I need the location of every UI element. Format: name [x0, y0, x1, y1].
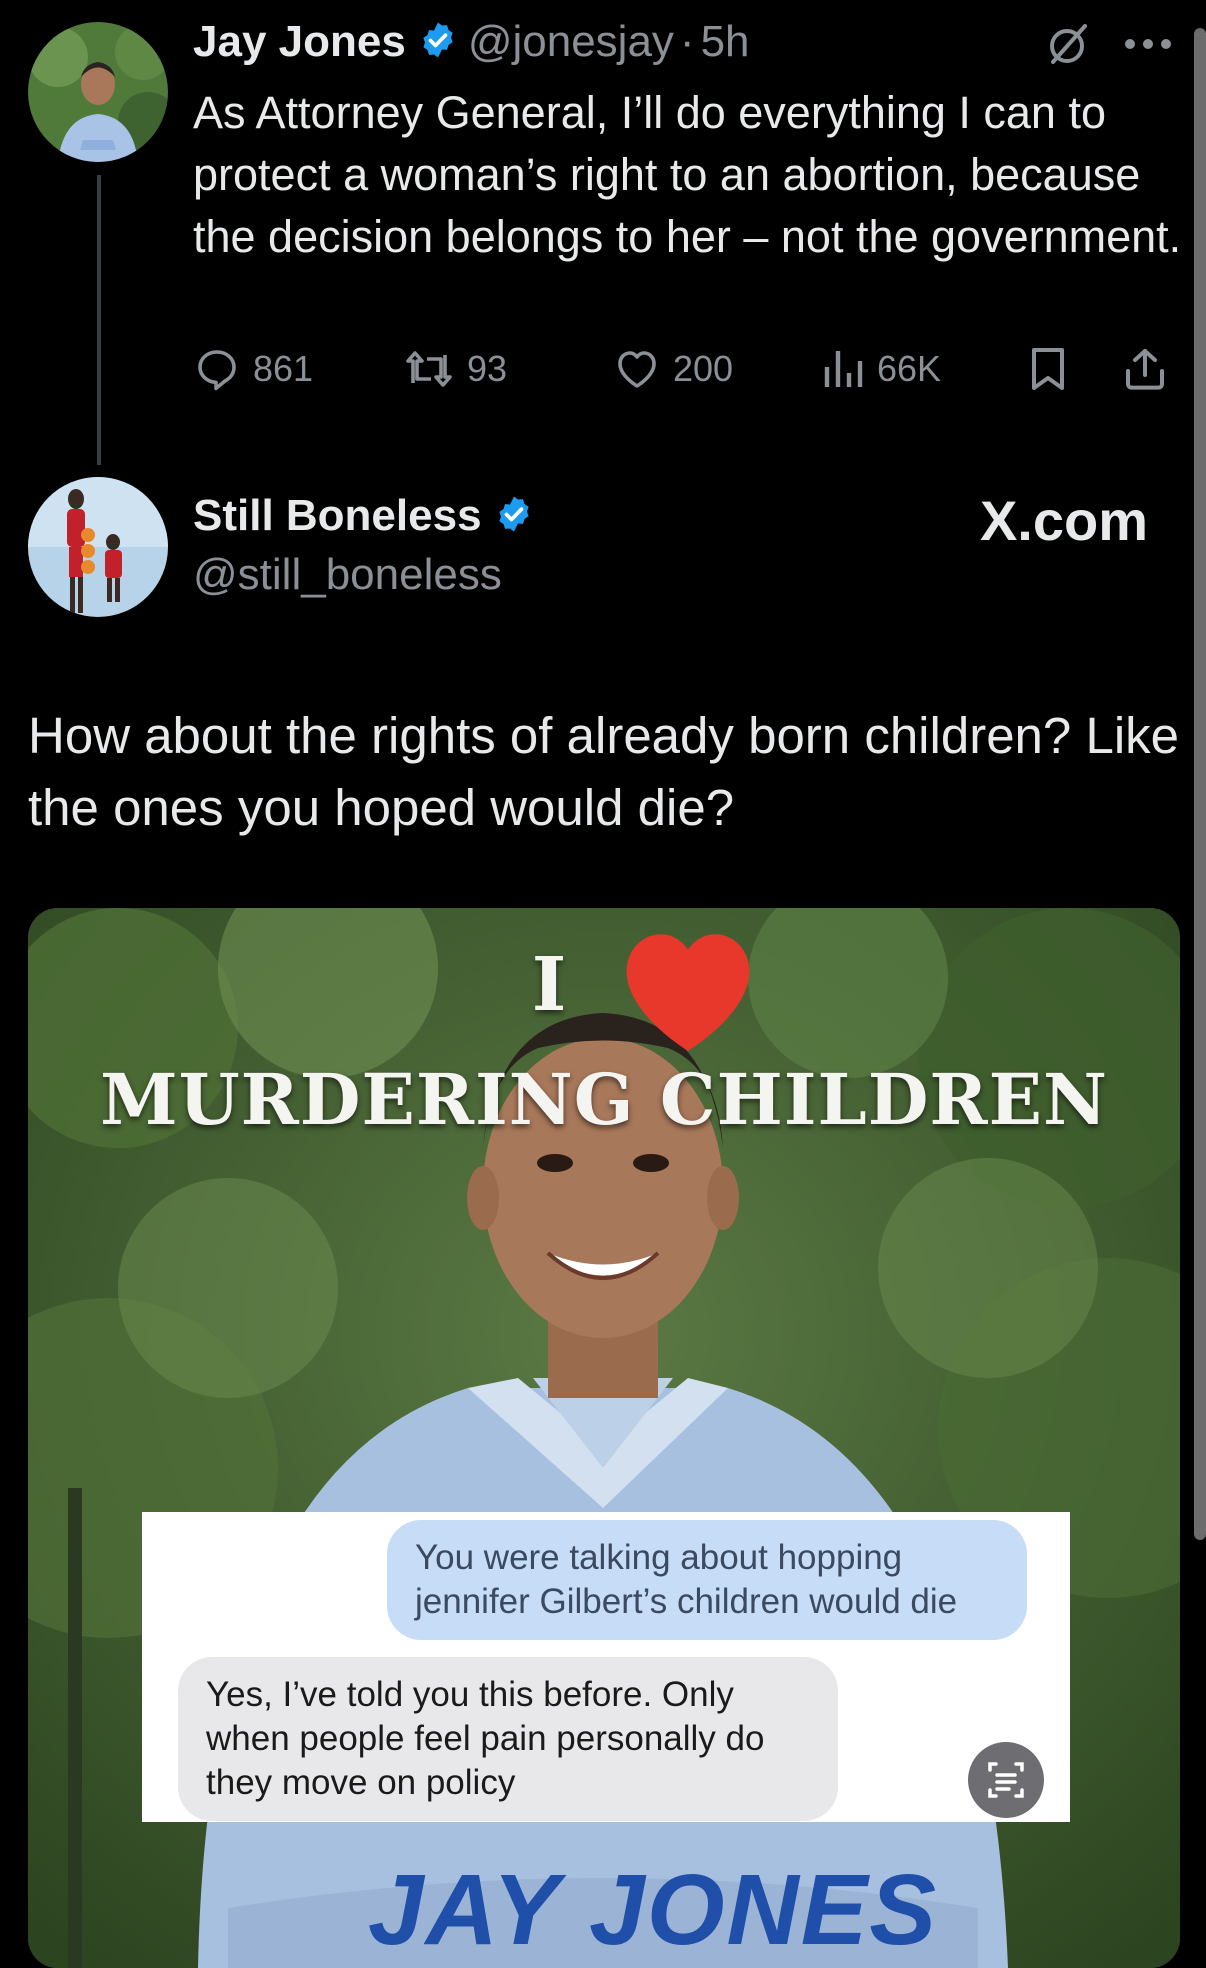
like-button[interactable]: 200: [613, 345, 733, 393]
repost-count: 93: [467, 348, 508, 389]
jay-jones-avatar[interactable]: [28, 22, 168, 162]
like-icon: [618, 351, 656, 388]
meme-text-i: I: [28, 942, 1180, 1028]
reply-text: How about the rights of already born chi…: [28, 707, 1180, 836]
repost-icon: [406, 351, 452, 387]
verified-badge-icon: [418, 20, 458, 65]
views-button[interactable]: 66K: [821, 345, 941, 393]
share-button[interactable]: [1123, 345, 1179, 393]
author-name[interactable]: Still Boneless: [193, 491, 482, 541]
tweet-time[interactable]: 5h: [701, 17, 750, 67]
repost-button[interactable]: 93: [403, 345, 507, 393]
tweet-text: As Attorney General, I’ll do everything …: [193, 87, 1182, 262]
chat-bubble-sent: You were talking about hopping jennifer …: [387, 1520, 1027, 1640]
share-icon: [1126, 349, 1164, 390]
thread-line: [97, 175, 101, 465]
grok-icon[interactable]: [1045, 20, 1093, 73]
author-handle[interactable]: @still_boneless: [193, 550, 502, 600]
more-icon[interactable]: [1122, 36, 1174, 57]
author-handle[interactable]: @jonesjay: [468, 17, 674, 67]
meme-line1: I: [531, 942, 567, 1028]
heart-icon: [613, 922, 763, 1062]
bookmark-button[interactable]: [1028, 345, 1080, 393]
author-name[interactable]: Jay Jones: [193, 17, 406, 67]
meme-line2: MURDERING CHILDREN: [100, 1058, 1108, 1141]
still-boneless-avatar[interactable]: [28, 477, 168, 617]
reply-button[interactable]: 861: [193, 345, 313, 393]
reply-count: 861: [253, 348, 314, 389]
views-count: 66K: [877, 348, 942, 389]
chat-bubble-received: Yes, I’ve told you this before. Only whe…: [178, 1657, 838, 1821]
separator-dot: ·: [679, 17, 695, 66]
chat-screenshot: You were talking about hopping jennifer …: [142, 1512, 1070, 1822]
live-text-icon[interactable]: [968, 1742, 1044, 1823]
reply-header: Still Boneless: [193, 488, 534, 544]
scrollbar[interactable]: [1194, 28, 1206, 1540]
like-count: 200: [673, 348, 734, 389]
tweet-header: Jay Jones @jonesjay · 5h: [193, 14, 750, 70]
bookmark-icon: [1032, 348, 1064, 390]
reply-icon: [198, 350, 236, 391]
campaign-logo: JAY JONES: [368, 1854, 939, 1966]
verified-badge-icon: [494, 494, 534, 539]
views-icon: [824, 351, 863, 387]
x-com-watermark: X.com: [979, 489, 1148, 552]
reply-media-image[interactable]: I MURDERING CHILDREN You were talking ab…: [28, 908, 1180, 1968]
tweet-actions: 861 93 200 66K: [193, 345, 1183, 405]
